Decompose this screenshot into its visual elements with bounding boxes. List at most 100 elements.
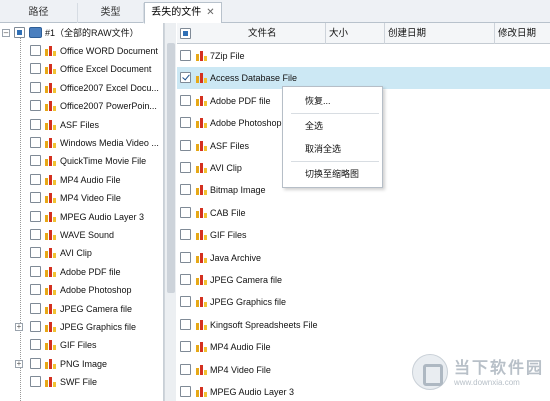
tree-item-checkbox[interactable] [30, 302, 41, 314]
select-all-checkbox[interactable] [180, 28, 191, 39]
tree-root-label: #1（全部的RAW文件） [45, 28, 139, 38]
tree-item-checkbox[interactable] [30, 81, 41, 93]
list-item[interactable]: JPEG Camera file [177, 269, 550, 291]
list-item-checkbox[interactable] [180, 206, 191, 218]
list-item[interactable]: Java Archive [177, 247, 550, 269]
file-type-icon [44, 376, 56, 388]
tab-lost-files[interactable]: 丢失的文件 ✕ [144, 2, 222, 24]
tree-item-checkbox[interactable] [30, 118, 41, 130]
list-item-checkbox[interactable] [180, 50, 191, 61]
tree-item[interactable]: AVI Clip [0, 244, 163, 262]
tree-item[interactable]: SWF File [0, 373, 163, 391]
tree-item-checkbox[interactable] [30, 192, 41, 204]
list-item-checkbox[interactable] [180, 94, 191, 106]
menu-item-restore[interactable]: 恢复... [283, 91, 382, 111]
tree-root[interactable]: – #1（全部的RAW文件） [0, 24, 163, 42]
menu-item-select-all[interactable]: 全选 [283, 116, 382, 136]
tree-scrollbar-thumb[interactable] [167, 43, 175, 293]
list-item-label: JPEG Camera file [210, 275, 283, 285]
tree-root-checkbox[interactable] [14, 27, 25, 38]
menu-separator [291, 113, 379, 114]
tree-item[interactable]: Office WORD Document [0, 42, 163, 60]
tree-item-checkbox[interactable] [30, 137, 41, 148]
tree-item[interactable]: + JPEG Graphics file [0, 318, 163, 336]
tree-item-label: Office2007 Excel Docu... [60, 82, 159, 93]
tree-item[interactable]: MP4 Video File [0, 189, 163, 207]
tree-item[interactable]: MPEG Audio Layer 3 [0, 208, 163, 226]
list-item-checkbox[interactable] [180, 341, 191, 353]
list-item-checkbox[interactable] [180, 184, 191, 196]
list-item-checkbox[interactable] [180, 229, 191, 241]
list-item-checkbox[interactable] [180, 296, 191, 308]
tree-item[interactable]: MP4 Audio File [0, 171, 163, 189]
tree-item-checkbox[interactable] [30, 210, 41, 222]
tree-item-label: Adobe PDF file [60, 266, 121, 277]
list-item[interactable]: JPEG Graphics file [177, 291, 550, 313]
column-size[interactable]: 大小 [326, 23, 385, 44]
list-item[interactable]: 7Zip File [177, 45, 550, 67]
column-created[interactable]: 创建日期 [385, 23, 495, 44]
expand-icon[interactable]: + [15, 359, 23, 368]
tree-item-checkbox[interactable] [30, 45, 41, 56]
tab-lost-files-label: 丢失的文件 [151, 7, 202, 18]
file-type-icon [195, 364, 207, 376]
list-item-checkbox[interactable] [180, 386, 191, 397]
list-item-checkbox[interactable] [180, 72, 191, 84]
menu-item-deselect-all[interactable]: 取消全选 [283, 139, 382, 159]
tree-item-label: QuickTime Movie File [60, 156, 147, 167]
list-item-label: GIF Files [210, 230, 247, 241]
list-item-checkbox[interactable] [180, 274, 191, 285]
expand-icon[interactable]: + [15, 323, 23, 331]
list-item-checkbox[interactable] [180, 318, 191, 330]
list-item-checkbox[interactable] [180, 117, 191, 129]
collapse-icon[interactable]: – [2, 29, 10, 37]
tree-item-checkbox[interactable] [30, 265, 41, 277]
file-type-icon [195, 50, 207, 62]
menu-item-thumbnail-view[interactable]: 切换至缩略图 [283, 164, 382, 184]
tree-item[interactable]: WAVE Sound [0, 226, 163, 244]
tree-item-checkbox[interactable] [30, 155, 41, 167]
tree-item[interactable]: QuickTime Movie File [0, 152, 163, 170]
tree-item[interactable]: Office2007 Excel Docu... [0, 79, 163, 97]
tree-item-checkbox[interactable] [30, 321, 41, 332]
list-item[interactable]: GIF Files [177, 224, 550, 246]
list-item[interactable]: Kingsoft Spreadsheets File [177, 314, 550, 336]
tab-type[interactable]: 类型 [78, 3, 144, 23]
tree-item-checkbox[interactable] [30, 173, 41, 185]
tree-item[interactable]: Windows Media Video ... [0, 134, 163, 152]
tree-item-checkbox[interactable] [30, 357, 41, 369]
tree-item-checkbox[interactable] [30, 284, 41, 296]
tree-item[interactable]: Office2007 PowerPoin... [0, 97, 163, 115]
tree-item-checkbox[interactable] [30, 376, 41, 388]
list-item-checkbox[interactable] [180, 251, 191, 263]
tree-item-label: Office2007 PowerPoin... [60, 101, 157, 112]
tree-item-label: MP4 Audio File [60, 174, 121, 185]
tree-item[interactable]: Office Excel Document [0, 60, 163, 78]
tree-item[interactable]: Adobe PDF file [0, 263, 163, 281]
list-item-label: AVI Clip [210, 163, 242, 173]
tree-scrollbar[interactable] [164, 23, 176, 401]
tree-item[interactable]: JPEG Camera file [0, 300, 163, 318]
close-icon[interactable]: ✕ [206, 7, 214, 18]
column-filename[interactable]: 文件名 [192, 23, 326, 44]
tree-item[interactable]: ASF Files [0, 116, 163, 134]
tree-item-checkbox[interactable] [30, 339, 41, 351]
list-item-checkbox[interactable] [180, 363, 191, 375]
list-item-checkbox[interactable] [180, 162, 191, 173]
tree-item-checkbox[interactable] [30, 63, 41, 75]
file-type-icon [195, 274, 207, 286]
tree-item[interactable]: Adobe Photoshop [0, 281, 163, 299]
list-item-checkbox[interactable] [180, 139, 191, 151]
tab-path[interactable]: 路径 [0, 3, 78, 23]
tree-item-label: WAVE Sound [60, 230, 115, 240]
tree-item[interactable]: GIF Files [0, 336, 163, 354]
file-type-icon [44, 100, 56, 112]
list-item-label: ASF Files [210, 140, 250, 151]
tree-item-checkbox[interactable] [30, 100, 41, 112]
tree-item[interactable]: + PNG Image [0, 355, 163, 373]
list-item[interactable]: CAB File [177, 202, 550, 224]
tree-item-checkbox[interactable] [30, 247, 41, 259]
tree-item-label: Office Excel Document [60, 64, 152, 75]
column-modified[interactable]: 修改日期 [495, 23, 550, 44]
tree-item-checkbox[interactable] [30, 229, 41, 240]
